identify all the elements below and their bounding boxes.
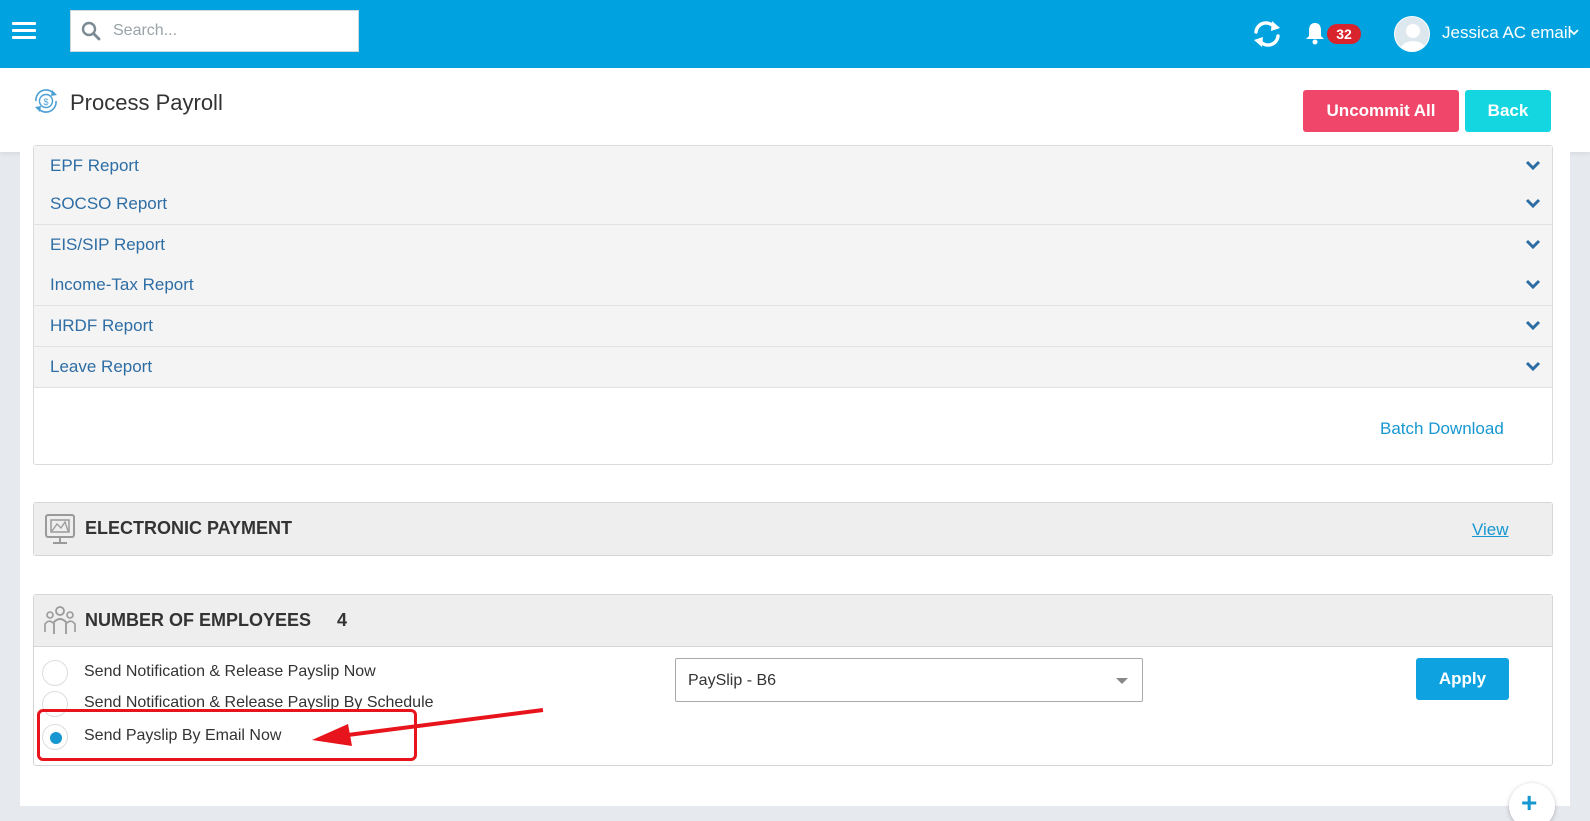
radio-button[interactable]	[42, 660, 68, 686]
avatar[interactable]	[1394, 16, 1430, 52]
notification-count-badge: 32	[1327, 24, 1361, 44]
report-label: Leave Report	[50, 357, 153, 376]
search-icon	[81, 21, 101, 41]
monitor-icon	[45, 514, 75, 544]
employee-count: 4	[337, 610, 348, 630]
dropdown-arrow-icon	[1116, 678, 1128, 684]
uncommit-all-button[interactable]: Uncommit All	[1303, 90, 1459, 132]
back-button[interactable]: Back	[1465, 90, 1551, 132]
radio-label: Send Notification & Release Payslip Now	[84, 663, 376, 680]
add-fab-button[interactable]: +	[1509, 783, 1555, 821]
annotation-arrow-icon	[312, 708, 544, 746]
report-row-income-tax[interactable]: Income-Tax Report	[34, 265, 1552, 306]
chevron-down-icon[interactable]	[1525, 238, 1541, 250]
report-row-socso[interactable]: SOCSO Report	[34, 184, 1552, 225]
batch-download-link[interactable]: Batch Download	[1380, 419, 1504, 439]
electronic-payment-header: ELECTRONIC PAYMENT View	[34, 503, 1552, 555]
employees-header: NUMBER OF EMPLOYEES 4	[34, 595, 1552, 647]
payslip-template-select[interactable]: PaySlip - B6	[675, 658, 1143, 702]
apply-button[interactable]: Apply	[1416, 658, 1509, 700]
svg-text:$: $	[43, 97, 48, 107]
report-label: EIS/SIP Report	[50, 235, 165, 254]
section-title: NUMBER OF EMPLOYEES	[85, 610, 312, 630]
report-label: EPF Report	[50, 156, 139, 175]
report-row-eis-sip[interactable]: EIS/SIP Report	[34, 225, 1552, 266]
bell-icon[interactable]	[1305, 21, 1325, 45]
chevron-down-icon[interactable]	[1525, 278, 1541, 290]
page-header: $ Process Payroll Uncommit All Back	[0, 68, 1590, 152]
chevron-down-icon[interactable]	[1525, 197, 1541, 209]
electronic-payment-section: ELECTRONIC PAYMENT View	[33, 502, 1553, 556]
top-navigation-bar: 32 Jessica AC email	[0, 0, 1590, 68]
chevron-down-icon[interactable]	[1568, 26, 1580, 38]
view-link[interactable]: View	[1472, 520, 1509, 540]
payroll-icon: $	[35, 89, 57, 113]
report-row-hrdf[interactable]: HRDF Report	[34, 306, 1552, 347]
chevron-down-icon[interactable]	[1525, 159, 1541, 171]
report-label: HRDF Report	[50, 316, 153, 335]
chevron-down-icon[interactable]	[1525, 360, 1541, 372]
reports-accordion: EPF Report SOCSO Report EIS/SIP Report I…	[33, 145, 1553, 465]
select-value: PaySlip - B6	[688, 672, 777, 689]
report-label: Income-Tax Report	[50, 275, 194, 294]
chevron-down-icon[interactable]	[1525, 319, 1541, 331]
page-title: Process Payroll	[70, 90, 223, 115]
report-label: SOCSO Report	[50, 194, 168, 213]
report-row-epf[interactable]: EPF Report	[34, 146, 1552, 187]
report-row-leave[interactable]: Leave Report	[34, 347, 1552, 388]
plus-icon: +	[1521, 787, 1538, 818]
user-name[interactable]: Jessica AC email	[1442, 22, 1571, 44]
menu-icon[interactable]	[12, 22, 36, 42]
section-title: ELECTRONIC PAYMENT	[85, 518, 293, 538]
search-box[interactable]	[70, 10, 359, 52]
search-input[interactable]	[113, 22, 343, 40]
sync-icon[interactable]	[1252, 20, 1282, 48]
group-icon	[44, 606, 76, 634]
